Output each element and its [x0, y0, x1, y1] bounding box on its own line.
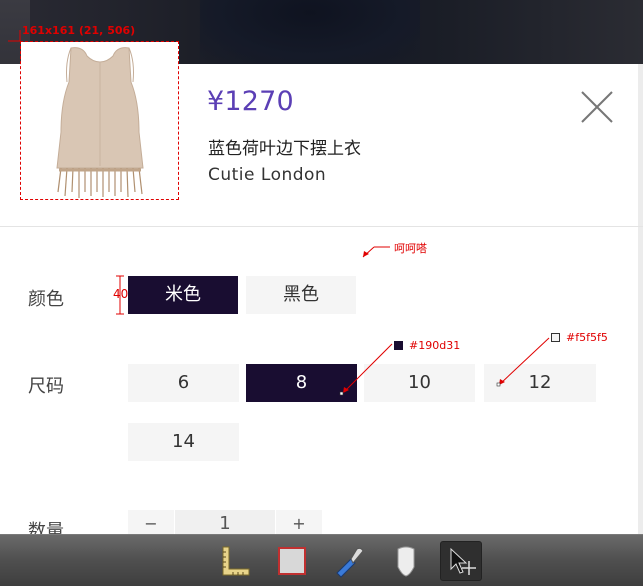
- ruler-tool-button[interactable]: [214, 541, 256, 581]
- backdrop-shape-center: [200, 0, 420, 64]
- size-option-14[interactable]: 14: [128, 423, 239, 461]
- color-label: 颜色: [28, 289, 64, 310]
- ruler-icon: [222, 546, 250, 576]
- color-option-black[interactable]: 黑色: [246, 276, 356, 314]
- default-color-swatch: [551, 333, 560, 342]
- rectangle-tool-button[interactable]: [271, 541, 313, 581]
- image-size-annotation: 161x161 (21, 506): [22, 24, 136, 37]
- eyedropper-icon: [336, 547, 364, 578]
- size-option-12[interactable]: 12: [484, 364, 596, 402]
- size-option-8[interactable]: 8: [246, 364, 357, 402]
- note-annotation: 呵呵嗒: [394, 242, 427, 255]
- rectangle-icon: [278, 547, 306, 575]
- size-option-10[interactable]: 10: [364, 364, 475, 402]
- height-annotation: 40: [113, 287, 129, 301]
- image-measure-box: [20, 41, 179, 200]
- default-color-annotation: #f5f5f5: [566, 331, 608, 344]
- move-cursor-icon: [450, 547, 476, 575]
- close-button[interactable]: [578, 88, 616, 126]
- product-brand: Cutie London: [208, 165, 327, 185]
- pin-tool-button[interactable]: [385, 541, 427, 581]
- eyedropper-tool-button[interactable]: [328, 541, 370, 581]
- product-name: 蓝色荷叶边下摆上衣: [208, 139, 361, 159]
- selected-color-annotation: #190d31: [409, 339, 461, 352]
- pin-icon: [397, 546, 415, 577]
- color-option-beige[interactable]: 米色: [128, 276, 238, 314]
- size-option-6[interactable]: 6: [128, 364, 239, 402]
- measure-toolbar: [0, 534, 643, 586]
- header-divider: [0, 226, 643, 227]
- size-label: 尺码: [28, 376, 64, 397]
- move-tool-button[interactable]: [440, 541, 482, 581]
- close-icon: [581, 91, 613, 123]
- scrollbar-track[interactable]: [638, 64, 643, 534]
- product-price: ¥1270: [207, 86, 294, 117]
- selected-color-swatch: [394, 341, 403, 350]
